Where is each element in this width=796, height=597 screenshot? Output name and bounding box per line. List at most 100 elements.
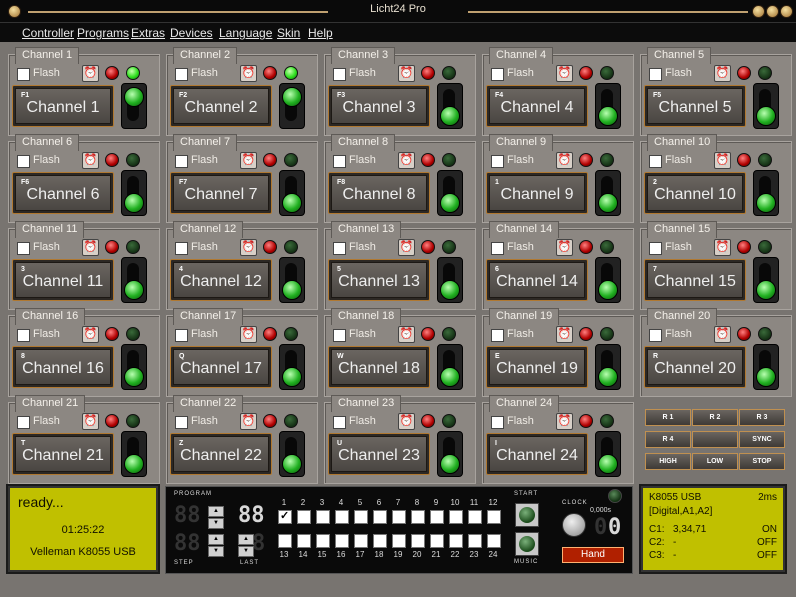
channel-toggle-switch[interactable]: [595, 344, 621, 390]
channel-toggle-switch[interactable]: [121, 431, 147, 477]
alarm-clock-icon[interactable]: ⏰: [714, 65, 731, 82]
program-channel-checkbox[interactable]: [278, 509, 292, 524]
toggle-knob[interactable]: [124, 193, 144, 213]
alarm-clock-icon[interactable]: ⏰: [82, 326, 99, 343]
relay-button-r1[interactable]: R 1: [645, 409, 691, 426]
channel-toggle-switch[interactable]: [279, 170, 305, 216]
channel-tab[interactable]: Channel 2: [173, 47, 238, 64]
flash-checkbox[interactable]: [333, 416, 346, 429]
channel-button[interactable]: 4 Channel 12: [170, 259, 272, 301]
toggle-knob[interactable]: [440, 280, 460, 300]
program-channel-checkbox[interactable]: [373, 534, 387, 548]
program-channel-checkbox[interactable]: [430, 510, 444, 524]
channel-tab[interactable]: Channel 1: [15, 47, 80, 64]
program-channel-checkbox[interactable]: [487, 534, 501, 548]
toggle-knob[interactable]: [756, 193, 776, 213]
alarm-clock-icon[interactable]: ⏰: [714, 326, 731, 343]
relay-button-blank[interactable]: [692, 431, 738, 448]
channel-toggle-switch[interactable]: [121, 344, 147, 390]
channel-tab[interactable]: Channel 24: [489, 395, 560, 412]
program-channel-checkbox[interactable]: [487, 510, 501, 524]
alarm-clock-icon[interactable]: ⏰: [82, 65, 99, 82]
flash-checkbox[interactable]: [17, 242, 30, 255]
channel-button[interactable]: 8 Channel 16: [12, 346, 114, 388]
alarm-clock-icon[interactable]: ⏰: [556, 65, 573, 82]
minimize-icon[interactable]: [752, 5, 765, 18]
program-channel-checkbox[interactable]: [430, 534, 444, 548]
channel-toggle-switch[interactable]: [753, 170, 779, 216]
channel-tab[interactable]: Channel 16: [15, 308, 86, 325]
channel-toggle-switch[interactable]: [279, 344, 305, 390]
flash-checkbox[interactable]: [649, 155, 662, 168]
channel-tab[interactable]: Channel 8: [331, 134, 396, 151]
hand-button[interactable]: Hand: [562, 547, 624, 563]
flash-checkbox[interactable]: [17, 416, 30, 429]
spin-down-icon[interactable]: ▼: [238, 546, 254, 557]
toggle-knob[interactable]: [124, 280, 144, 300]
channel-button[interactable]: W Channel 18: [328, 346, 430, 388]
spin-up-icon[interactable]: ▲: [208, 506, 224, 517]
channel-button[interactable]: Q Channel 17: [170, 346, 272, 388]
spin-down-icon[interactable]: ▼: [208, 546, 224, 557]
menu-skin[interactable]: Skin: [277, 26, 300, 40]
program-channel-checkbox[interactable]: [316, 534, 330, 548]
program-channel-checkbox[interactable]: [316, 510, 330, 524]
program-channel-checkbox[interactable]: [411, 534, 425, 548]
toggle-knob[interactable]: [598, 367, 618, 387]
menu-devices[interactable]: Devices: [170, 26, 213, 40]
channel-button[interactable]: 7 Channel 15: [644, 259, 746, 301]
channel-tab[interactable]: Channel 18: [331, 308, 402, 325]
channel-tab[interactable]: Channel 3: [331, 47, 396, 64]
alarm-clock-icon[interactable]: ⏰: [398, 326, 415, 343]
channel-tab[interactable]: Channel 14: [489, 221, 560, 238]
toggle-knob[interactable]: [282, 193, 302, 213]
channel-toggle-switch[interactable]: [121, 257, 147, 303]
maximize-icon[interactable]: [766, 5, 779, 18]
alarm-clock-icon[interactable]: ⏰: [398, 413, 415, 430]
channel-tab[interactable]: Channel 4: [489, 47, 554, 64]
channel-toggle-switch[interactable]: [437, 431, 463, 477]
program-channel-checkbox[interactable]: [335, 534, 349, 548]
channel-toggle-switch[interactable]: [595, 83, 621, 129]
menu-programs[interactable]: Programs: [77, 26, 129, 40]
music-button[interactable]: [515, 532, 539, 556]
channel-button[interactable]: F6 Channel 6: [12, 172, 114, 214]
channel-toggle-switch[interactable]: [437, 83, 463, 129]
alarm-clock-icon[interactable]: ⏰: [82, 413, 99, 430]
last-spinner[interactable]: ▲ ▼: [238, 534, 254, 557]
toggle-knob[interactable]: [282, 87, 302, 107]
flash-checkbox[interactable]: [649, 68, 662, 81]
channel-toggle-switch[interactable]: [753, 344, 779, 390]
channel-toggle-switch[interactable]: [753, 83, 779, 129]
channel-toggle-switch[interactable]: [595, 431, 621, 477]
toggle-knob[interactable]: [282, 454, 302, 474]
clock-knob[interactable]: [562, 513, 586, 537]
step-spinner[interactable]: ▲ ▼: [208, 534, 224, 557]
alarm-clock-icon[interactable]: ⏰: [398, 239, 415, 256]
program-channel-checkbox[interactable]: [468, 510, 482, 524]
channel-toggle-switch[interactable]: [279, 257, 305, 303]
toggle-knob[interactable]: [440, 367, 460, 387]
flash-checkbox[interactable]: [175, 242, 188, 255]
channel-button[interactable]: F2 Channel 2: [170, 85, 272, 127]
start-button[interactable]: [515, 503, 539, 527]
channel-toggle-switch[interactable]: [437, 170, 463, 216]
flash-checkbox[interactable]: [333, 68, 346, 81]
flash-checkbox[interactable]: [17, 68, 30, 81]
channel-button[interactable]: 1 Channel 9: [486, 172, 588, 214]
channel-tab[interactable]: Channel 17: [173, 308, 244, 325]
channel-tab[interactable]: Channel 7: [173, 134, 238, 151]
channel-toggle-switch[interactable]: [121, 83, 147, 129]
channel-button[interactable]: T Channel 21: [12, 433, 114, 475]
relay-button-stop[interactable]: STOP: [739, 453, 785, 470]
program-channel-checkbox[interactable]: [392, 534, 406, 548]
channel-tab[interactable]: Channel 23: [331, 395, 402, 412]
channel-button[interactable]: F3 Channel 3: [328, 85, 430, 127]
channel-toggle-switch[interactable]: [595, 170, 621, 216]
alarm-clock-icon[interactable]: ⏰: [398, 152, 415, 169]
relay-button-r4[interactable]: R 4: [645, 431, 691, 448]
toggle-knob[interactable]: [598, 454, 618, 474]
toggle-knob[interactable]: [124, 454, 144, 474]
channel-toggle-switch[interactable]: [595, 257, 621, 303]
flash-checkbox[interactable]: [333, 242, 346, 255]
